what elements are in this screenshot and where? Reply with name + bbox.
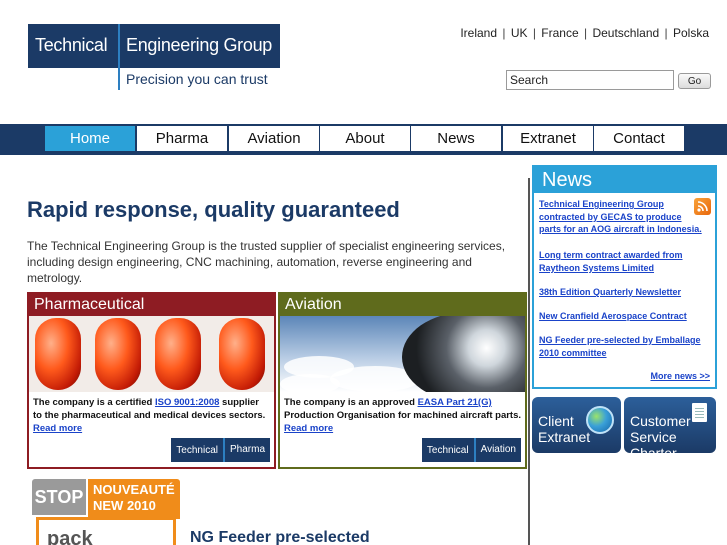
- go-button[interactable]: Go: [678, 73, 711, 89]
- pharma-text-1: The company is a certified: [33, 397, 155, 408]
- nav-home[interactable]: Home: [45, 126, 135, 151]
- logo-text-technical: Technical: [35, 35, 108, 55]
- client-text: Client: [538, 413, 574, 429]
- news-item-ng-feeder[interactable]: NG Feeder pre-selected by Emballage 2010…: [539, 334, 711, 359]
- aviation-read-more-link[interactable]: Read more: [284, 423, 333, 434]
- lang-polska[interactable]: Polska: [673, 26, 709, 40]
- logo-text-engineering-group: Engineering Group: [126, 35, 273, 55]
- news-title: News: [534, 167, 715, 193]
- aviation-panel-title[interactable]: Aviation: [280, 294, 525, 316]
- jet-engine-shape: [402, 316, 525, 392]
- company-logo[interactable]: Technical Engineering Group Precision yo…: [28, 24, 280, 90]
- nav-news[interactable]: News: [411, 126, 501, 151]
- vial-shape: [219, 318, 265, 390]
- new-2010-text: NEW 2010: [93, 498, 156, 513]
- nav-contact[interactable]: Contact: [594, 126, 684, 151]
- pack-label: pack: [36, 517, 176, 545]
- lang-deutschland[interactable]: Deutschland: [592, 26, 659, 40]
- news-item-raytheon[interactable]: Long term contract awarded from Raytheon…: [539, 249, 711, 274]
- aviation-panel: Aviation The company is an approved EASA…: [278, 292, 527, 469]
- nouveaute-text: NOUVEAUTÉ: [93, 482, 175, 497]
- lang-ireland[interactable]: Ireland: [460, 26, 497, 40]
- nav-extranet[interactable]: Extranet: [503, 126, 593, 151]
- easa-link[interactable]: EASA Part 21(G): [418, 397, 492, 408]
- logo-technical-text: Technical: [426, 444, 469, 456]
- client-extranet-button[interactable]: Client Extranet: [532, 397, 621, 453]
- iso-link[interactable]: ISO 9001:2008: [155, 397, 219, 408]
- vial-shape: [95, 318, 141, 390]
- stop-label: STOP: [32, 479, 86, 515]
- language-selector: Ireland | UK | France | Deutschland | Po…: [460, 26, 709, 40]
- vial-shape: [35, 318, 81, 390]
- page-headline: Rapid response, quality guaranteed: [27, 197, 400, 222]
- news-item-gecas[interactable]: Technical Engineering Group contracted b…: [539, 198, 704, 236]
- aviation-text-2: Production Organisation for machined air…: [284, 410, 522, 421]
- logo-tagline: Precision you can trust: [126, 71, 268, 87]
- story-heading[interactable]: NG Feeder pre-selected: [190, 529, 370, 545]
- vial-shape: [155, 318, 201, 390]
- nav-aviation[interactable]: Aviation: [229, 126, 319, 151]
- more-news-link[interactable]: More news >>: [650, 371, 710, 381]
- technical-aviation-logo[interactable]: Technical Aviation: [421, 438, 521, 462]
- cloud-shape: [280, 374, 340, 392]
- client-extranet-label: Client Extranet: [538, 413, 590, 445]
- nav-pharma[interactable]: Pharma: [137, 126, 227, 151]
- lang-uk[interactable]: UK: [511, 26, 528, 40]
- stop-pack-award-badge[interactable]: STOP NOUVEAUTÉ NEW 2010 pack: [32, 479, 180, 545]
- pharma-panel: Pharmaceutical The company is a certifie…: [27, 292, 276, 469]
- pharma-vials-image[interactable]: [29, 316, 274, 392]
- column-divider: [528, 178, 530, 545]
- aviation-description: The company is an approved EASA Part 21(…: [280, 392, 525, 436]
- intro-paragraph: The Technical Engineering Group is the t…: [27, 239, 506, 285]
- main-nav: Home Pharma Aviation About News Extranet…: [0, 124, 727, 155]
- service-charter-text: Service Charter: [630, 429, 677, 461]
- nouveaute-label: NOUVEAUTÉ NEW 2010: [88, 479, 180, 519]
- pharma-read-more-link[interactable]: Read more: [33, 423, 82, 434]
- customer-service-charter-button[interactable]: Customer Service Charter: [624, 397, 716, 461]
- pharma-description: The company is a certified ISO 9001:2008…: [29, 392, 274, 436]
- nav-about[interactable]: About: [320, 126, 410, 151]
- pharma-panel-title[interactable]: Pharmaceutical: [29, 294, 274, 316]
- logo-technical-text: Technical: [176, 444, 218, 456]
- technical-pharma-logo[interactable]: Technical Pharma: [171, 438, 270, 462]
- logo-pharma-text: Pharma: [222, 438, 270, 462]
- logo-divider: [118, 24, 120, 90]
- extranet-text: Extranet: [538, 429, 591, 445]
- aviation-text-1: The company is an approved: [284, 397, 418, 408]
- document-icon: [692, 403, 707, 422]
- logo-aviation-text: Aviation: [473, 438, 521, 462]
- news-item-cranfield[interactable]: New Cranfield Aerospace Contract: [539, 310, 711, 323]
- news-item-newsletter[interactable]: 38th Edition Quarterly Newsletter: [539, 286, 711, 299]
- news-box: News Technical Engineering Group contrac…: [532, 165, 717, 389]
- search-input[interactable]: [506, 70, 674, 90]
- lang-france[interactable]: France: [541, 26, 578, 40]
- aviation-engine-image[interactable]: [280, 316, 525, 392]
- globe-icon: [586, 406, 614, 434]
